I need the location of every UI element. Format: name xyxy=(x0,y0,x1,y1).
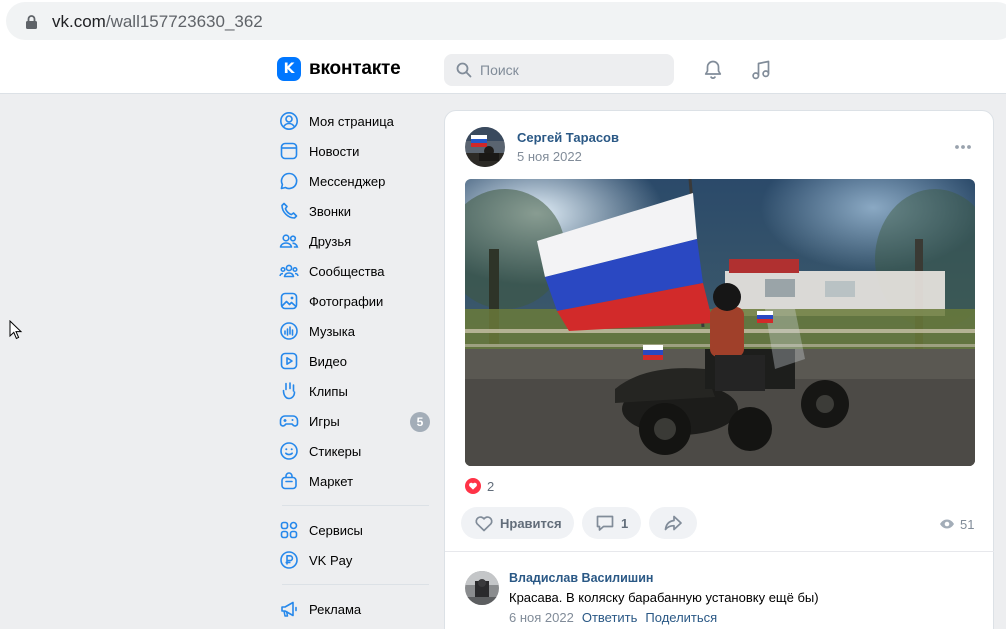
chat-icon xyxy=(277,169,301,193)
nav-label: Моя страница xyxy=(309,113,394,129)
nav-item-ads[interactable]: Реклама xyxy=(276,594,432,624)
commenter-avatar[interactable] xyxy=(465,571,499,605)
nav-item-music[interactable]: Музыка xyxy=(276,316,432,346)
reply-link[interactable]: Ответить xyxy=(582,610,638,625)
games-icon xyxy=(277,409,301,433)
news-icon xyxy=(277,139,301,163)
photo-icon xyxy=(277,289,301,313)
vk-logo-icon: K xyxy=(277,57,301,81)
post-divider xyxy=(445,551,994,552)
nav-item-messenger[interactable]: Мессенджер xyxy=(276,166,432,196)
vk-logo[interactable]: K вконтакте xyxy=(277,57,401,81)
comment-icon xyxy=(596,515,614,531)
like-button[interactable]: Нравится xyxy=(461,507,574,539)
comments-count: 1 xyxy=(621,515,629,531)
lock-icon xyxy=(26,15,37,29)
comment-author[interactable]: Владислав Василишин xyxy=(509,571,653,585)
nav-item-stickers[interactable]: Стикеры xyxy=(276,436,432,466)
share-link[interactable]: Поделиться xyxy=(645,610,717,625)
nav-item-photos[interactable]: Фотографии xyxy=(276,286,432,316)
megaphone-icon xyxy=(277,597,301,621)
wall-post: Сергей Тарасов 5 ноя 2022 2 Нравится 1 5… xyxy=(444,110,994,629)
games-badge: 5 xyxy=(410,412,430,432)
share-icon xyxy=(664,515,682,531)
views-count: 51 xyxy=(960,516,975,532)
site-header: K вконтакте xyxy=(0,44,1006,94)
comment-text: Красава. В коляску барабанную установку … xyxy=(509,590,819,605)
comment-date[interactable]: 6 ноя 2022 xyxy=(509,610,574,625)
nav-label: Сообщества xyxy=(309,263,385,279)
nav-item-my-page[interactable]: Моя страница xyxy=(276,106,432,136)
profile-icon xyxy=(277,109,301,133)
nav-label: Звонки xyxy=(309,203,351,219)
nav-item-news[interactable]: Новости xyxy=(276,136,432,166)
like-heart-icon xyxy=(475,516,493,532)
market-icon xyxy=(277,469,301,493)
vkpay-icon xyxy=(277,548,301,572)
nav-item-vkpay[interactable]: VK Pay xyxy=(276,545,432,575)
author-avatar[interactable] xyxy=(465,127,505,167)
nav-label: Реклама xyxy=(309,601,362,617)
communities-icon xyxy=(277,259,301,283)
share-button[interactable] xyxy=(649,507,697,539)
services-icon xyxy=(277,518,301,542)
comment-button[interactable]: 1 xyxy=(582,507,641,539)
nav-label: Друзья xyxy=(309,233,352,249)
nav-label: Клипы xyxy=(309,383,348,399)
nav-label: Игры xyxy=(309,413,340,429)
url-field[interactable]: vk.com/wall157723630_362 xyxy=(6,2,1006,40)
reactions-summary[interactable]: 2 xyxy=(465,478,494,494)
nav-label: Новости xyxy=(309,143,360,159)
nav-label: Видео xyxy=(309,353,347,369)
heart-icon xyxy=(465,478,481,494)
search-box[interactable] xyxy=(444,54,674,86)
phone-icon xyxy=(277,199,301,223)
nav-item-market[interactable]: Маркет xyxy=(276,466,432,496)
music-note-icon[interactable] xyxy=(749,58,773,82)
nav-label: VK Pay xyxy=(309,552,353,568)
left-navigation: Моя страница Новости Мессенджер Звонки Д… xyxy=(276,106,432,624)
nav-label: Стикеры xyxy=(309,443,362,459)
nav-item-games[interactable]: Игры 5 xyxy=(276,406,432,436)
nav-item-communities[interactable]: Сообщества xyxy=(276,256,432,286)
nav-label: Мессенджер xyxy=(309,173,386,189)
nav-item-clips[interactable]: Клипы xyxy=(276,376,432,406)
nav-label: Фотографии xyxy=(309,293,384,309)
likes-count: 2 xyxy=(487,478,495,494)
logo-text: вконтакте xyxy=(309,58,401,79)
nav-divider xyxy=(282,505,429,506)
more-options-icon[interactable] xyxy=(953,137,973,157)
nav-label: Маркет xyxy=(309,473,354,489)
clips-icon xyxy=(277,379,301,403)
post-photo[interactable] xyxy=(465,179,975,466)
bell-icon[interactable] xyxy=(701,58,725,82)
nav-label: Музыка xyxy=(309,323,355,339)
post-date[interactable]: 5 ноя 2022 xyxy=(517,149,582,164)
like-label: Нравится xyxy=(500,515,562,531)
post-author[interactable]: Сергей Тарасов xyxy=(517,130,619,145)
search-icon xyxy=(456,62,472,78)
video-icon xyxy=(277,349,301,373)
nav-divider xyxy=(282,584,429,585)
nav-item-friends[interactable]: Друзья xyxy=(276,226,432,256)
nav-item-services[interactable]: Сервисы xyxy=(276,515,432,545)
music-icon xyxy=(277,319,301,343)
eye-icon xyxy=(940,519,954,529)
nav-item-video[interactable]: Видео xyxy=(276,346,432,376)
search-input[interactable] xyxy=(480,54,660,86)
nav-item-calls[interactable]: Звонки xyxy=(276,196,432,226)
stickers-icon xyxy=(277,439,301,463)
comment-meta: 6 ноя 2022 Ответить Поделиться xyxy=(509,610,717,625)
views-counter: 51 xyxy=(939,516,974,532)
url-text: vk.com/wall157723630_362 xyxy=(52,12,263,31)
browser-address-bar: vk.com/wall157723630_362 xyxy=(0,0,1006,44)
friends-icon xyxy=(277,229,301,253)
mouse-cursor-icon xyxy=(9,320,23,340)
nav-label: Сервисы xyxy=(309,522,363,538)
